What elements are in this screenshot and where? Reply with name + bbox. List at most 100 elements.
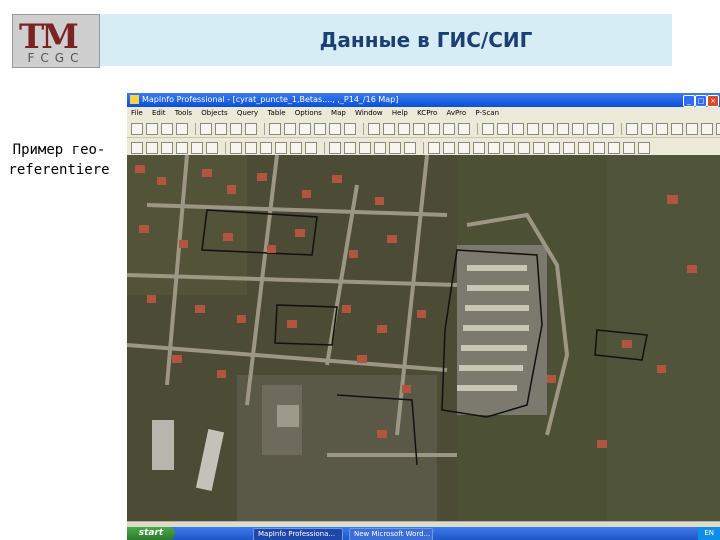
menu-kcpro[interactable]: KCPro [417, 109, 437, 117]
house [227, 185, 236, 194]
lock-icon[interactable] [206, 141, 218, 154]
coordinate-icon[interactable] [473, 141, 485, 154]
symbol-style-icon[interactable] [671, 122, 683, 135]
new-mapper-icon[interactable] [284, 122, 296, 135]
menu-avpro[interactable]: AvPro [447, 109, 467, 117]
close-button[interactable]: × [707, 95, 719, 107]
new-browser-icon[interactable] [269, 122, 281, 135]
taskbar-item-mapinfo[interactable]: MapInfo Professiona... [253, 528, 343, 540]
toolbar-separator [423, 141, 424, 154]
cut-icon[interactable] [200, 122, 212, 135]
split-icon[interactable] [578, 141, 590, 154]
text-style-icon[interactable] [716, 122, 720, 135]
flag-icon[interactable] [623, 141, 635, 154]
label-tool-icon[interactable] [176, 141, 188, 154]
line-tool-icon[interactable] [497, 122, 509, 135]
menu-table[interactable]: Table [267, 109, 285, 117]
menu-window[interactable]: Window [355, 109, 383, 117]
buffer-icon[interactable] [533, 141, 545, 154]
combine-icon[interactable] [563, 141, 575, 154]
undo-icon[interactable] [245, 122, 257, 135]
layer-control-icon[interactable] [305, 141, 317, 154]
minimize-button[interactable]: _ [683, 95, 695, 107]
open-folder-icon[interactable] [146, 122, 158, 135]
info-tool-icon[interactable] [161, 141, 173, 154]
zoom-in-icon[interactable] [230, 141, 242, 154]
slide-title-bar: Данные в ГИС/СИГ [100, 14, 672, 66]
thematic-map-icon[interactable] [359, 141, 371, 154]
frame-tool-icon[interactable] [626, 122, 638, 135]
snap-icon[interactable] [443, 141, 455, 154]
arc-tool-icon[interactable] [527, 122, 539, 135]
hotlink-icon[interactable] [374, 141, 386, 154]
house [342, 305, 351, 313]
house [375, 197, 384, 205]
add-node-icon[interactable] [656, 122, 668, 135]
new-grapher-icon[interactable] [299, 122, 311, 135]
toolbar-separator [363, 122, 364, 135]
change-view-icon[interactable] [260, 141, 272, 154]
menu-map[interactable]: Map [331, 109, 346, 117]
object-info-icon[interactable] [608, 141, 620, 154]
new-file-icon[interactable] [131, 122, 143, 135]
house [223, 233, 233, 241]
clip-region-icon[interactable] [389, 141, 401, 154]
maximize-button[interactable]: □ [695, 95, 707, 107]
polygon-select-icon[interactable] [413, 122, 425, 135]
row-house [459, 365, 523, 371]
side-caption: Пример гео- referentiere [0, 140, 118, 180]
new-layout-icon[interactable] [314, 122, 326, 135]
taskbar-item-word[interactable]: New Microsoft Word... [349, 528, 433, 540]
mark-icon[interactable] [638, 141, 650, 154]
invert-selection-icon[interactable] [458, 122, 470, 135]
unselect-all-icon[interactable] [443, 122, 455, 135]
menu-pscan[interactable]: P-Scan [475, 109, 499, 117]
rectangle-tool-icon[interactable] [572, 122, 584, 135]
ruler-icon[interactable] [290, 141, 302, 154]
refresh-icon[interactable] [404, 141, 416, 154]
erase-icon[interactable] [593, 141, 605, 154]
pan-icon[interactable] [275, 141, 287, 154]
menu-file[interactable]: File [131, 109, 143, 117]
digitize-icon[interactable] [428, 141, 440, 154]
polygon-tool-icon[interactable] [542, 122, 554, 135]
select-arrow-icon[interactable] [368, 122, 380, 135]
menu-edit[interactable]: Edit [152, 109, 166, 117]
pointer-icon[interactable] [131, 141, 143, 154]
marquee-select-icon[interactable] [383, 122, 395, 135]
help-icon[interactable] [344, 122, 356, 135]
text-tool-icon[interactable] [602, 122, 614, 135]
aerial-photo-map[interactable] [127, 155, 720, 521]
menu-query[interactable]: Query [237, 109, 258, 117]
line-style-icon[interactable] [686, 122, 698, 135]
region-style-icon[interactable] [701, 122, 713, 135]
start-button[interactable]: start [127, 527, 175, 540]
symbol-tool-icon[interactable] [482, 122, 494, 135]
boundary-select-icon[interactable] [428, 122, 440, 135]
grid-icon[interactable] [518, 141, 530, 154]
polyline-tool-icon[interactable] [512, 122, 524, 135]
window-titlebar: MapInfo Professional - [cyrat_puncte_1,B… [127, 93, 720, 107]
save-icon[interactable] [161, 122, 173, 135]
grabber-hand-icon[interactable] [146, 141, 158, 154]
radius-select-icon[interactable] [398, 122, 410, 135]
reshape-icon[interactable] [641, 122, 653, 135]
legend-icon[interactable] [344, 141, 356, 154]
register-image-icon[interactable] [458, 141, 470, 154]
overlay-icon[interactable] [548, 141, 560, 154]
ellipse-tool-icon[interactable] [557, 122, 569, 135]
copy-icon[interactable] [215, 122, 227, 135]
north-arrow-icon[interactable] [503, 141, 515, 154]
zoom-out-icon[interactable] [245, 141, 257, 154]
show-statistics-icon[interactable] [329, 141, 341, 154]
scale-bar-icon[interactable] [488, 141, 500, 154]
print-icon[interactable] [176, 122, 188, 135]
menu-options[interactable]: Options [295, 109, 322, 117]
rounded-rectangle-tool-icon[interactable] [587, 122, 599, 135]
menu-tools[interactable]: Tools [175, 109, 192, 117]
redistrict-icon[interactable] [329, 122, 341, 135]
menu-help[interactable]: Help [392, 109, 408, 117]
menu-objects[interactable]: Objects [201, 109, 227, 117]
paste-icon[interactable] [230, 122, 242, 135]
drag-window-icon[interactable] [191, 141, 203, 154]
